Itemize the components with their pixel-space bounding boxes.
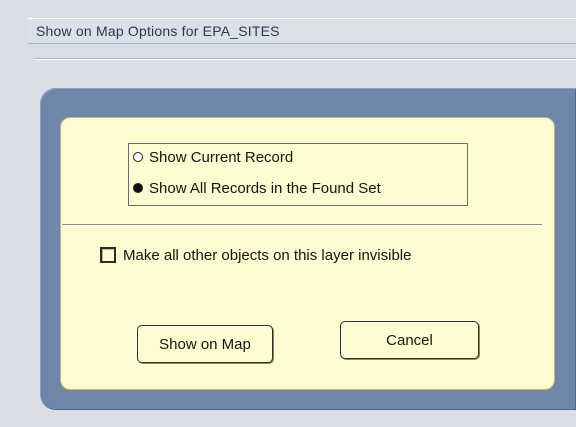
radio-show-all-records[interactable]: Show All Records in the Found Set (133, 177, 381, 199)
cancel-button[interactable]: Cancel (340, 321, 479, 359)
record-scope-radio-group: Show Current Record Show All Records in … (128, 143, 468, 206)
page-title: Show on Map Options for EPA_SITES (36, 23, 280, 39)
show-on-map-button[interactable]: Show on Map (137, 325, 273, 363)
options-header: Show on Map Options for EPA_SITES (28, 18, 576, 44)
radio-label: Show Current Record (149, 148, 294, 166)
radio-selected-icon[interactable] (133, 183, 143, 193)
radio-show-current-record[interactable]: Show Current Record (133, 146, 293, 168)
radio-unselected-icon[interactable] (133, 152, 143, 162)
make-others-invisible-option[interactable]: Make all other objects on this layer inv… (100, 243, 411, 267)
invisible-checkbox[interactable] (100, 247, 116, 263)
header-divider (34, 58, 576, 60)
radio-label: Show All Records in the Found Set (149, 179, 381, 197)
checkbox-label: Make all other objects on this layer inv… (123, 246, 412, 264)
section-divider (62, 224, 542, 226)
